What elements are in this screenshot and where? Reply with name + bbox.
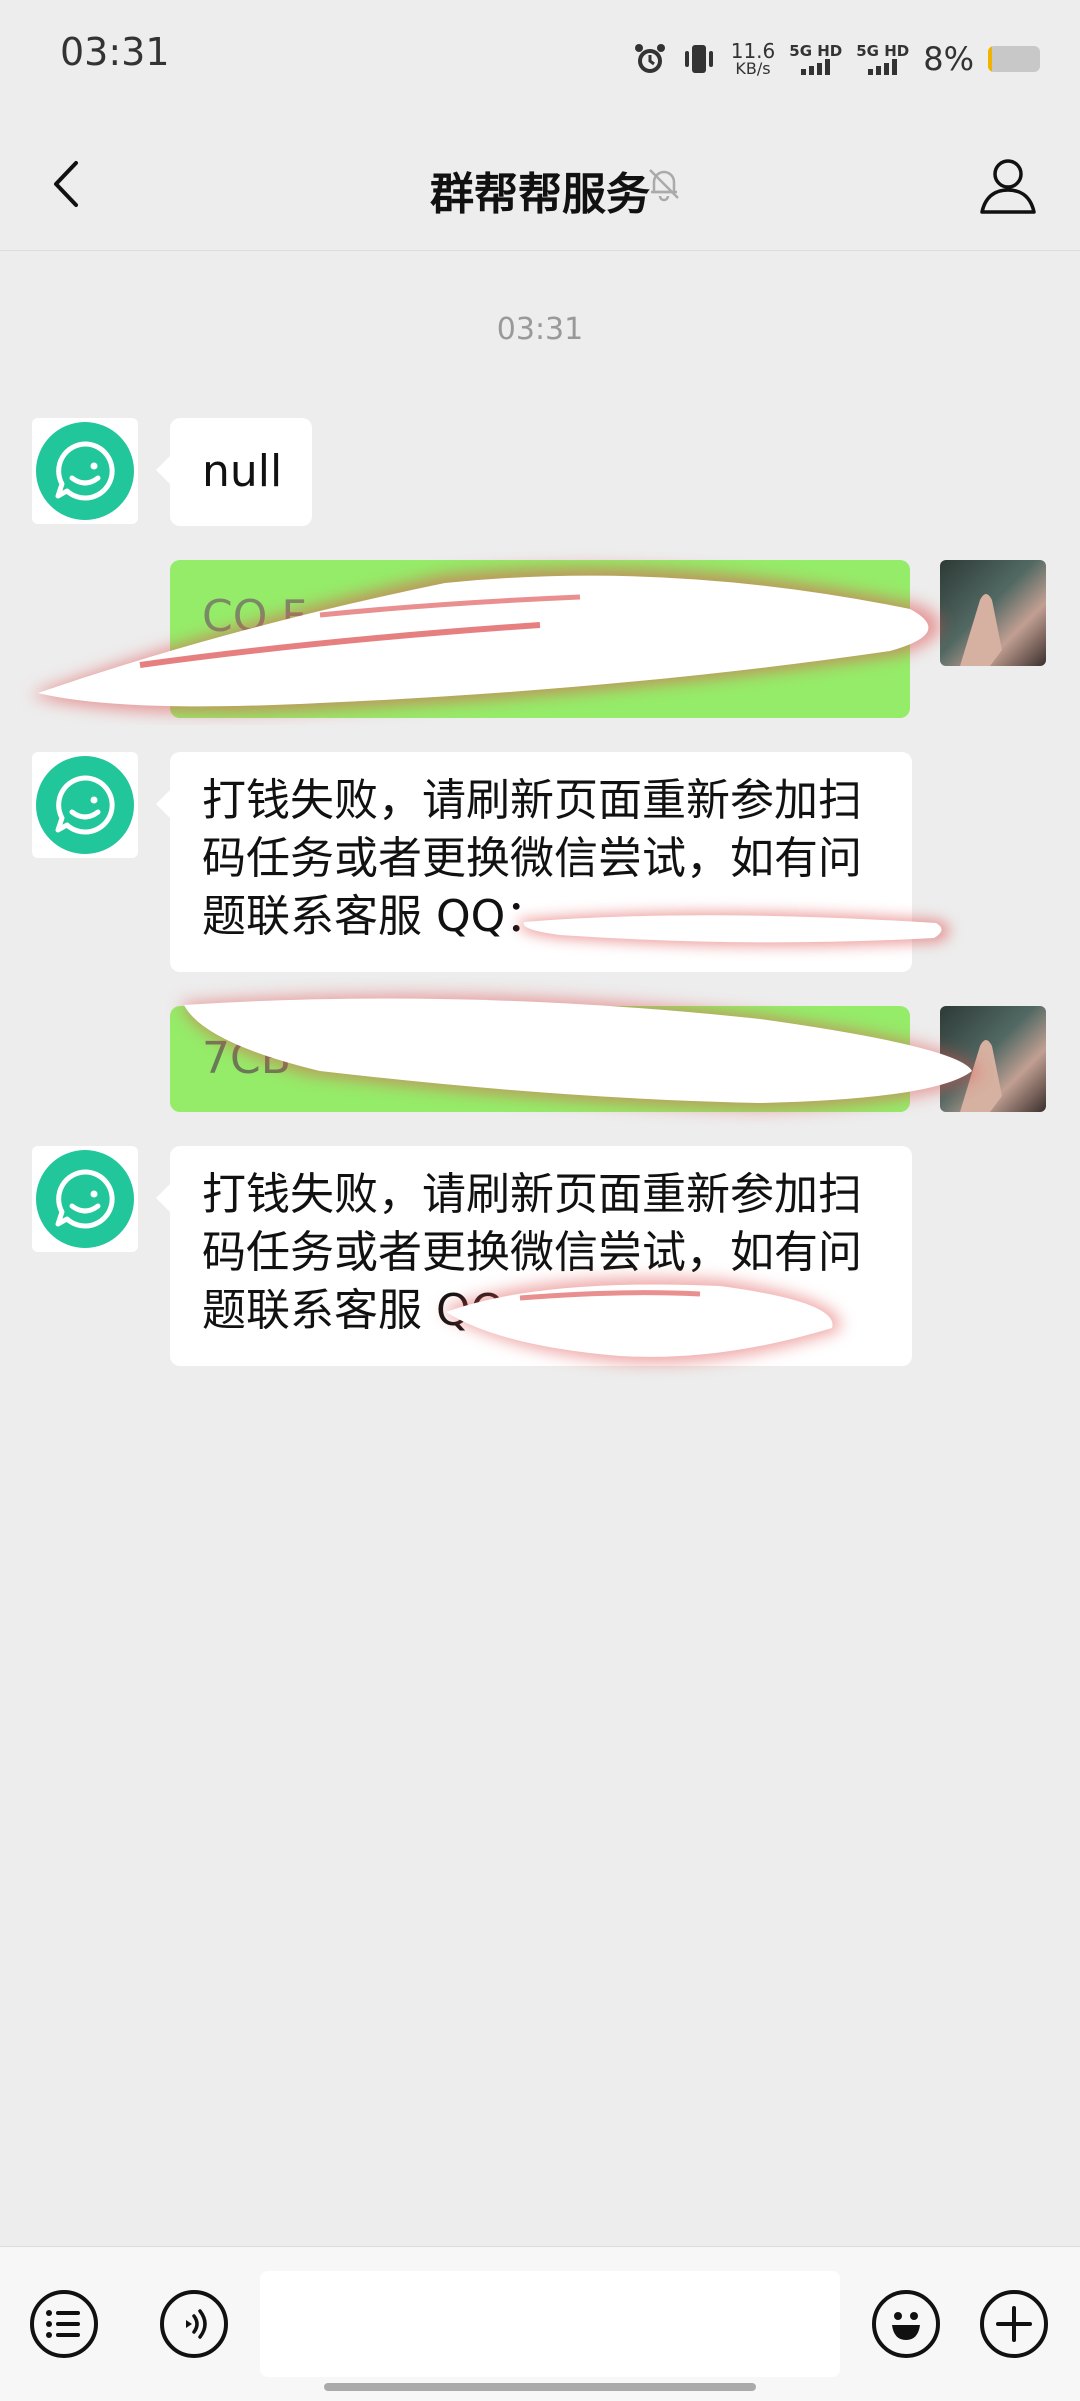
signal-sim1: 5G HD xyxy=(789,43,842,75)
voice-button[interactable] xyxy=(160,2290,228,2358)
sim2-label: 5G HD xyxy=(856,42,910,60)
message-bubble-received[interactable]: null xyxy=(156,418,312,526)
chat-bubble-icon xyxy=(55,775,115,835)
redaction-scribble xyxy=(518,912,950,947)
vibrate-icon xyxy=(684,45,713,73)
signal-icon xyxy=(856,59,909,75)
signal-icon xyxy=(789,59,842,75)
battery-icon xyxy=(988,46,1040,72)
battery-fill xyxy=(988,46,993,72)
chat-bubble-icon xyxy=(55,441,115,501)
bell-off-icon xyxy=(649,169,679,202)
more-button[interactable] xyxy=(980,2290,1048,2358)
status-time: 03:31 xyxy=(60,30,170,74)
profile-button[interactable] xyxy=(976,154,1040,218)
chat-bubble-icon xyxy=(55,1169,115,1229)
message-input[interactable] xyxy=(260,2271,840,2377)
status-bar: 03:31 11.6 KB/s 5G HD 5G HD 8% xyxy=(0,0,1080,120)
input-bar xyxy=(0,2246,1080,2401)
message-text: null xyxy=(202,446,283,497)
redaction-scribble xyxy=(180,994,980,1110)
voice-icon xyxy=(186,2309,207,2339)
bot-avatar[interactable] xyxy=(32,1146,138,1252)
emoji-icon xyxy=(892,2312,920,2340)
menu-list-icon xyxy=(46,2310,80,2338)
status-icons: 11.6 KB/s 5G HD 5G HD 8% xyxy=(633,34,1040,84)
sim1-label: 5G HD xyxy=(789,42,843,60)
home-indicator[interactable] xyxy=(324,2383,756,2391)
net-speed-unit: KB/s xyxy=(735,59,771,78)
redaction-scribble xyxy=(30,567,941,713)
alarm-icon xyxy=(634,44,665,73)
message-timestamp: 03:31 xyxy=(496,312,584,347)
person-icon xyxy=(980,159,1036,214)
bot-avatar[interactable] xyxy=(32,752,138,858)
redaction-scribble xyxy=(440,1278,841,1364)
chat-title: 群帮帮服务 xyxy=(430,169,650,220)
bot-avatar[interactable] xyxy=(32,418,138,524)
plus-icon xyxy=(996,2306,1032,2342)
menu-button[interactable] xyxy=(30,2290,98,2358)
net-speed: 11.6 KB/s xyxy=(731,41,776,77)
signal-sim2: 5G HD xyxy=(856,43,909,75)
emoji-button[interactable] xyxy=(872,2290,940,2358)
net-speed-value: 11.6 xyxy=(730,39,776,63)
battery-percent: 8% xyxy=(923,40,974,78)
chat-header: 群帮帮服务 xyxy=(0,120,1080,251)
